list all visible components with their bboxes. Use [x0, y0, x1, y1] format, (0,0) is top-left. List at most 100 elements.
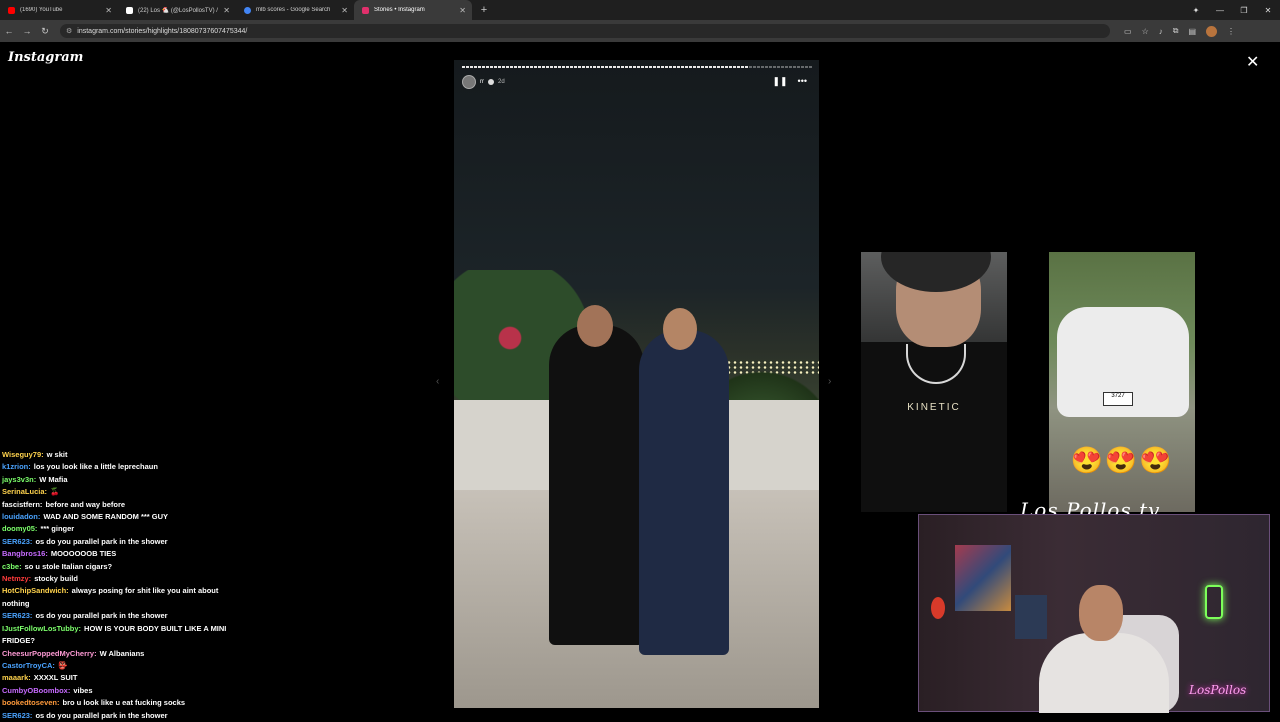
chat-username[interactable]: CastorTroyCA:: [2, 661, 55, 670]
shirt-brand-text: KINETIC: [907, 402, 961, 413]
streamer: [1039, 585, 1169, 713]
chat-username[interactable]: SER623:: [2, 611, 32, 620]
chat-message: Netmzy: stocky build: [2, 573, 232, 585]
close-window-button[interactable]: ✕: [1256, 6, 1280, 15]
more-options-icon[interactable]: •••: [798, 76, 807, 87]
previous-story-icon[interactable]: ‹: [436, 376, 439, 387]
next-story-icon[interactable]: ›: [828, 376, 831, 387]
instagram-stories-page: Instagram ✕ ‹ › rr 2d ❚❚ ••• KINETIC 372…: [0, 42, 1280, 720]
story-preview-next-1[interactable]: KINETIC: [861, 252, 1007, 512]
chat-username[interactable]: bookedtoseven:: [2, 698, 60, 707]
story-username[interactable]: rr: [480, 79, 484, 85]
back-icon[interactable]: ←: [0, 26, 18, 36]
chat-message: fascistfern: before and way before: [2, 499, 232, 511]
bookmark-star-icon[interactable]: ☆: [1142, 27, 1149, 36]
instagram-logo[interactable]: Instagram: [8, 50, 83, 65]
chat-message: CumbyOBoombox: vibes: [2, 685, 232, 697]
sidebar-icon[interactable]: ▤: [1188, 27, 1196, 36]
close-tab-icon[interactable]: ✕: [459, 6, 466, 15]
avatar[interactable]: [462, 75, 476, 89]
extensions-icon[interactable]: ✦: [1184, 6, 1208, 15]
reload-icon[interactable]: ↻: [36, 26, 54, 37]
chat-username[interactable]: CheesurPoppedMyCherry:: [2, 649, 97, 658]
audio-icon[interactable]: ♪: [1159, 27, 1163, 36]
extension-puzzle-icon[interactable]: ⧉: [1173, 26, 1179, 36]
chat-text: bro u look like u eat fucking socks: [62, 698, 186, 708]
chat-message: Wiseguy79: w skit: [2, 449, 232, 461]
chat-text: los you look like a little leprechaun: [33, 462, 158, 472]
close-icon[interactable]: ✕: [1246, 52, 1259, 72]
chat-message: SER623: os do you parallel park in the sh…: [2, 610, 232, 622]
cast-icon[interactable]: ▭: [1124, 27, 1132, 36]
tab-title: Stories • Instagram: [374, 7, 425, 13]
chat-text: w skit: [46, 450, 68, 459]
tab-instagram-stories[interactable]: Stories • Instagram ✕: [354, 0, 472, 20]
chat-message: CastorTroyCA: 👺: [2, 660, 232, 672]
chat-message: CheesurPoppedMyCherry: W Albanians: [2, 648, 232, 660]
chat-text: os do you parallel park in the shower: [35, 710, 168, 720]
chat-text: WAD AND SOME RANDOM *** GUY: [43, 512, 169, 522]
chat-username[interactable]: Wiseguy79:: [2, 450, 44, 459]
chat-username[interactable]: HotChipSandwich:: [2, 586, 69, 595]
chat-username[interactable]: CumbyOBoombox:: [2, 686, 70, 695]
address-bar[interactable]: ⚙ instagram.com/stories/highlights/18080…: [60, 24, 1110, 38]
maximize-button[interactable]: ❐: [1232, 6, 1256, 15]
pause-icon[interactable]: ❚❚: [772, 76, 787, 87]
chat-username[interactable]: doomy05:: [2, 524, 37, 533]
site-info-icon[interactable]: ⚙: [66, 27, 72, 35]
chat-message: maaark: XXXXL SUIT: [2, 672, 232, 684]
tab-google-search[interactable]: mlb scores - Google Search ✕: [236, 0, 354, 20]
profile-avatar[interactable]: [1206, 25, 1218, 37]
chat-username[interactable]: SerinaLucia:: [2, 487, 47, 496]
verified-badge-icon: [488, 79, 494, 85]
close-tab-icon[interactable]: ✕: [105, 6, 112, 15]
chat-username[interactable]: jays3v3n:: [2, 475, 36, 484]
chat-username[interactable]: fascistfern:: [2, 500, 42, 509]
chat-username[interactable]: Bangbros16:: [2, 549, 48, 558]
neon-bottle-icon: [1205, 585, 1223, 619]
story-preview-next-2[interactable]: 3727 😍😍😍: [1049, 252, 1195, 512]
minimize-button[interactable]: —: [1208, 6, 1232, 15]
chat-message: k1zrion: los you look like a little lepre…: [2, 461, 232, 473]
story-media[interactable]: rr 2d ❚❚ •••: [454, 60, 819, 708]
chat-username[interactable]: IJustFollowLosTubby:: [2, 624, 81, 633]
chat-text: 👺: [57, 660, 68, 670]
chat-username[interactable]: SER623:: [2, 537, 32, 546]
chat-message: louidadon: WAD AND SOME RANDOM *** GUY: [2, 511, 232, 523]
chat-username[interactable]: Netmzy:: [2, 574, 31, 583]
browser-tab-bar: (1690) YouTube ✕ (22) Los 🐔 (@LosPollosT…: [0, 0, 1280, 20]
chat-text: W Albanians: [99, 648, 145, 658]
url-text[interactable]: instagram.com/stories/highlights/1808073…: [77, 28, 247, 35]
new-tab-button[interactable]: +: [476, 2, 492, 18]
chat-text: before and way before: [45, 499, 126, 509]
chat-text: XXXXL SUIT: [33, 673, 78, 683]
wall-poster: [955, 545, 1011, 611]
chat-message: jays3v3n: W Mafia: [2, 474, 232, 486]
story-progress-bars: [462, 66, 812, 68]
neon-sign: LosPollos: [1189, 683, 1247, 697]
chat-message: bookedtoseven: bro u look like u eat fuck…: [2, 697, 232, 709]
address-bar-row: ← → ↻ ⚙ instagram.com/stories/highlights…: [0, 20, 1280, 42]
menu-icon[interactable]: ⋮: [1227, 27, 1235, 36]
tab-title: (1690) YouTube: [20, 7, 63, 13]
chat-username[interactable]: SER623:: [2, 711, 32, 720]
chat-username[interactable]: louidadon:: [2, 512, 40, 521]
chat-text: W Mafia: [39, 474, 68, 484]
google-icon: [244, 6, 251, 14]
tab-youtube[interactable]: (1690) YouTube ✕: [0, 0, 118, 20]
chat-text: os do you parallel park in the shower: [35, 611, 168, 621]
close-tab-icon[interactable]: ✕: [223, 6, 230, 15]
chat-username[interactable]: maaark:: [2, 673, 31, 682]
chat-message: doomy05: *** ginger: [2, 523, 232, 535]
chat-text: *** ginger: [40, 524, 75, 534]
chat-username[interactable]: k1zrion:: [2, 462, 31, 471]
chat-username[interactable]: c3be:: [2, 562, 22, 571]
webcam-overlay: LosPollos: [918, 514, 1270, 713]
close-tab-icon[interactable]: ✕: [341, 6, 348, 15]
chat-message: SerinaLucia: 🍒: [2, 486, 232, 498]
chat-message: SER623: os do you parallel park in the sh…: [2, 536, 232, 548]
tab-x[interactable]: (22) Los 🐔 (@LosPollosTV) / X ✕: [118, 0, 236, 20]
forward-icon[interactable]: →: [18, 26, 36, 36]
chat-text: os do you parallel park in the shower: [35, 536, 168, 546]
chat-text: so u stole Italian cigars?: [24, 561, 113, 571]
